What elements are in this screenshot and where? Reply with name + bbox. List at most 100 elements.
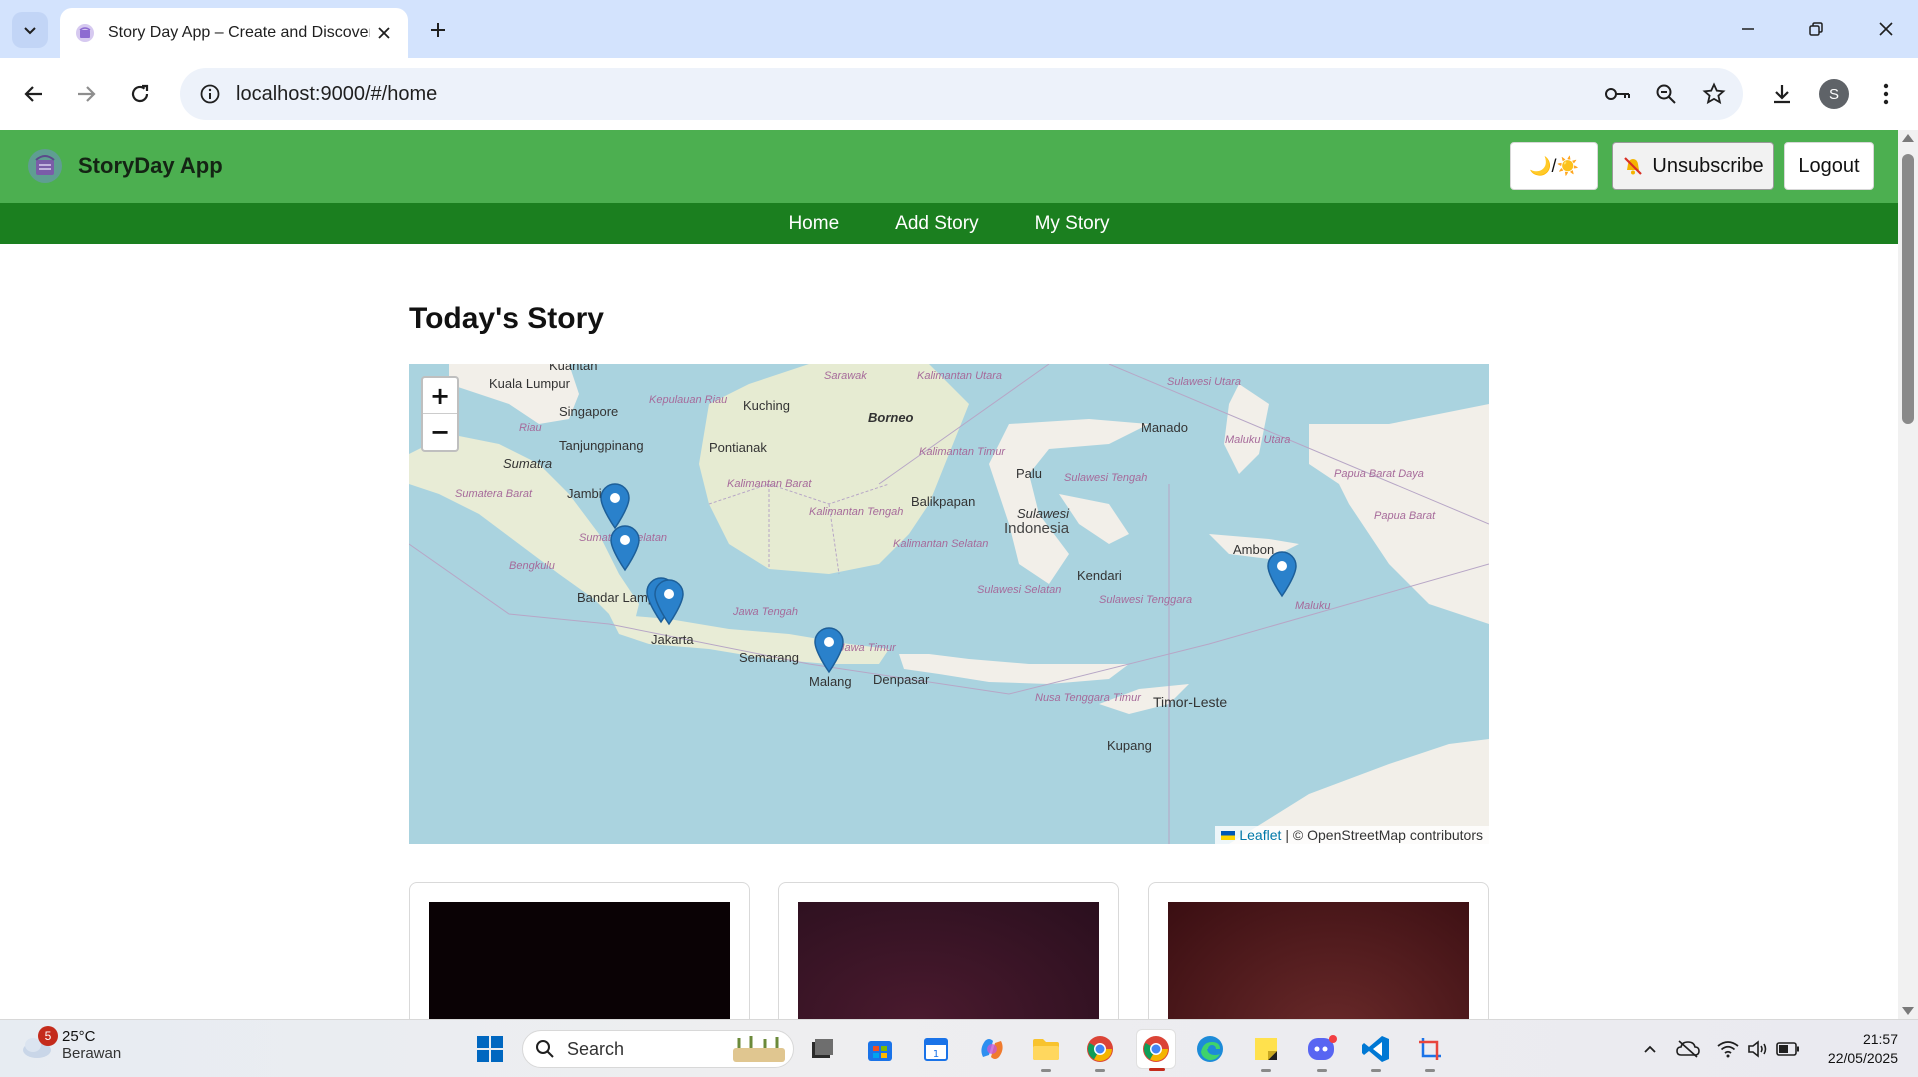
brand-name: StoryDay App (78, 153, 223, 178)
story-marker[interactable] (609, 524, 641, 572)
app-favicon-icon (76, 24, 94, 42)
browser-menu-button[interactable] (1866, 74, 1906, 114)
bookmark-star-icon[interactable] (1697, 77, 1731, 111)
scissors-icon (1419, 1038, 1441, 1060)
chrome-profile-app[interactable] (1080, 1029, 1120, 1072)
story-marker[interactable] (599, 482, 631, 530)
map-label-kuantan: Kuantan (549, 364, 598, 373)
url-text[interactable]: localhost:9000/#/home (236, 83, 437, 106)
running-indicator (1317, 1069, 1327, 1072)
scroll-down-arrow-icon[interactable] (1902, 1007, 1914, 1015)
forward-button[interactable] (66, 74, 106, 114)
restore-button[interactable] (1792, 10, 1840, 48)
back-button[interactable] (14, 74, 54, 114)
volume-status[interactable] (1744, 1032, 1772, 1066)
main-nav: Home Add Story My Story (0, 203, 1898, 244)
tab-close-icon[interactable] (372, 21, 396, 45)
wifi-icon (1717, 1041, 1739, 1058)
zoom-icon[interactable] (1649, 77, 1683, 111)
story-marker[interactable] (1266, 550, 1298, 598)
map-label-kuching: Kuching (743, 398, 790, 413)
zoom-out-button[interactable]: − (423, 414, 457, 450)
close-window-button[interactable] (1862, 10, 1910, 48)
arrow-right-icon (78, 86, 96, 102)
clock-time: 21:57 (1862, 1031, 1898, 1047)
story-card[interactable] (778, 882, 1119, 1019)
search-highlight-icon (733, 1036, 785, 1062)
clock-date: 22/05/2025 (1827, 1050, 1898, 1066)
story-card-image (798, 902, 1099, 1019)
minimize-icon (1742, 28, 1754, 30)
map-label-kupang: Kupang (1107, 738, 1152, 753)
battery-icon (1776, 1042, 1799, 1056)
task-view-app[interactable] (802, 1029, 842, 1069)
map-label-tanjungpinang: Tanjungpinang (559, 438, 644, 453)
map-label-sulawesi-selatan: Sulawesi Selatan (977, 584, 1062, 596)
sticky-note-icon (1255, 1038, 1277, 1060)
map-label-timor-leste: Timor-Leste (1153, 694, 1228, 710)
restore-icon (1809, 22, 1823, 36)
story-card[interactable] (1148, 882, 1489, 1019)
scroll-up-arrow-icon[interactable] (1902, 134, 1914, 142)
calendar-app[interactable]: 1 (916, 1029, 956, 1069)
sticky-notes-app[interactable] (1246, 1029, 1286, 1072)
discord-icon (1308, 1035, 1337, 1060)
new-tab-button[interactable] (422, 14, 454, 46)
osm-attribution-text: | © OpenStreetMap contributors (1285, 827, 1483, 843)
snipping-tool-app[interactable] (1410, 1029, 1450, 1072)
weather-widget[interactable]: 5 25°C Berawan (20, 1026, 121, 1062)
taskbar-clock[interactable]: 21:57 22/05/2025 (1816, 1030, 1898, 1068)
address-bar[interactable]: localhost:9000/#/home (180, 68, 1743, 120)
show-hidden-icons-button[interactable] (1636, 1032, 1664, 1066)
story-card-image (1168, 902, 1469, 1019)
unsubscribe-button[interactable]: Unsubscribe (1612, 142, 1774, 190)
theme-toggle-button[interactable]: 🌙/☀️ (1510, 142, 1598, 190)
brand[interactable]: StoryDay App (26, 147, 223, 185)
story-card[interactable] (409, 882, 750, 1019)
discord-app[interactable] (1302, 1029, 1342, 1072)
start-button[interactable] (470, 1029, 510, 1069)
ukraine-flag-icon (1221, 830, 1236, 840)
map-label-papua-barat: Papua Barat (1374, 510, 1436, 522)
file-explorer-app[interactable] (1026, 1029, 1066, 1072)
battery-status[interactable] (1774, 1032, 1802, 1066)
cloud-off-icon (1676, 1040, 1700, 1058)
edge-app[interactable] (1190, 1029, 1230, 1069)
chrome-active-app[interactable] (1136, 1029, 1176, 1071)
browser-tab-active[interactable]: Story Day App – Create and Discover Stor… (60, 8, 408, 58)
story-marker[interactable] (813, 626, 845, 674)
nav-link-my-story[interactable]: My Story (1035, 213, 1110, 235)
leaflet-link[interactable]: Leaflet (1239, 827, 1281, 843)
onedrive-status[interactable] (1674, 1032, 1702, 1066)
map-label-sarawak: Sarawak (824, 370, 867, 382)
reload-button[interactable] (120, 74, 160, 114)
profile-button[interactable]: S (1814, 74, 1854, 114)
vscode-app[interactable] (1356, 1029, 1396, 1072)
nav-link-add-story[interactable]: Add Story (895, 213, 978, 235)
microsoft-store-app[interactable] (860, 1029, 900, 1069)
story-map[interactable]: Kuantan Kuala Lumpur Singapore Tanjungpi… (409, 364, 1489, 844)
story-marker[interactable] (653, 578, 685, 626)
map-label-jambi: Jambi (567, 486, 602, 501)
logout-button[interactable]: Logout (1784, 142, 1874, 190)
kebab-menu-icon (1883, 83, 1889, 105)
taskbar-search[interactable]: Search (522, 1030, 794, 1068)
minimize-button[interactable] (1724, 10, 1772, 48)
site-info-icon[interactable] (184, 68, 236, 120)
tab-search-button[interactable] (12, 12, 48, 48)
wifi-status[interactable] (1714, 1032, 1742, 1066)
map-label-kendari: Kendari (1077, 568, 1122, 583)
download-button[interactable] (1762, 74, 1802, 114)
map-label-pontianak: Pontianak (709, 440, 767, 455)
nav-link-home[interactable]: Home (788, 213, 839, 235)
zoom-in-button[interactable]: + (423, 378, 457, 414)
password-key-icon[interactable] (1601, 77, 1635, 111)
map-label-kalimantan-tengah: Kalimantan Tengah (809, 506, 904, 518)
page-scrollbar[interactable] (1898, 130, 1918, 1019)
running-indicator (1425, 1069, 1435, 1072)
copilot-app[interactable] (972, 1029, 1012, 1069)
cloudy-weather-icon: 5 (20, 1026, 58, 1060)
taskbar-search-label: Search (567, 1038, 625, 1059)
scrollbar-thumb[interactable] (1902, 154, 1914, 424)
map-label-papua-barat-daya: Papua Barat Daya (1334, 468, 1424, 480)
